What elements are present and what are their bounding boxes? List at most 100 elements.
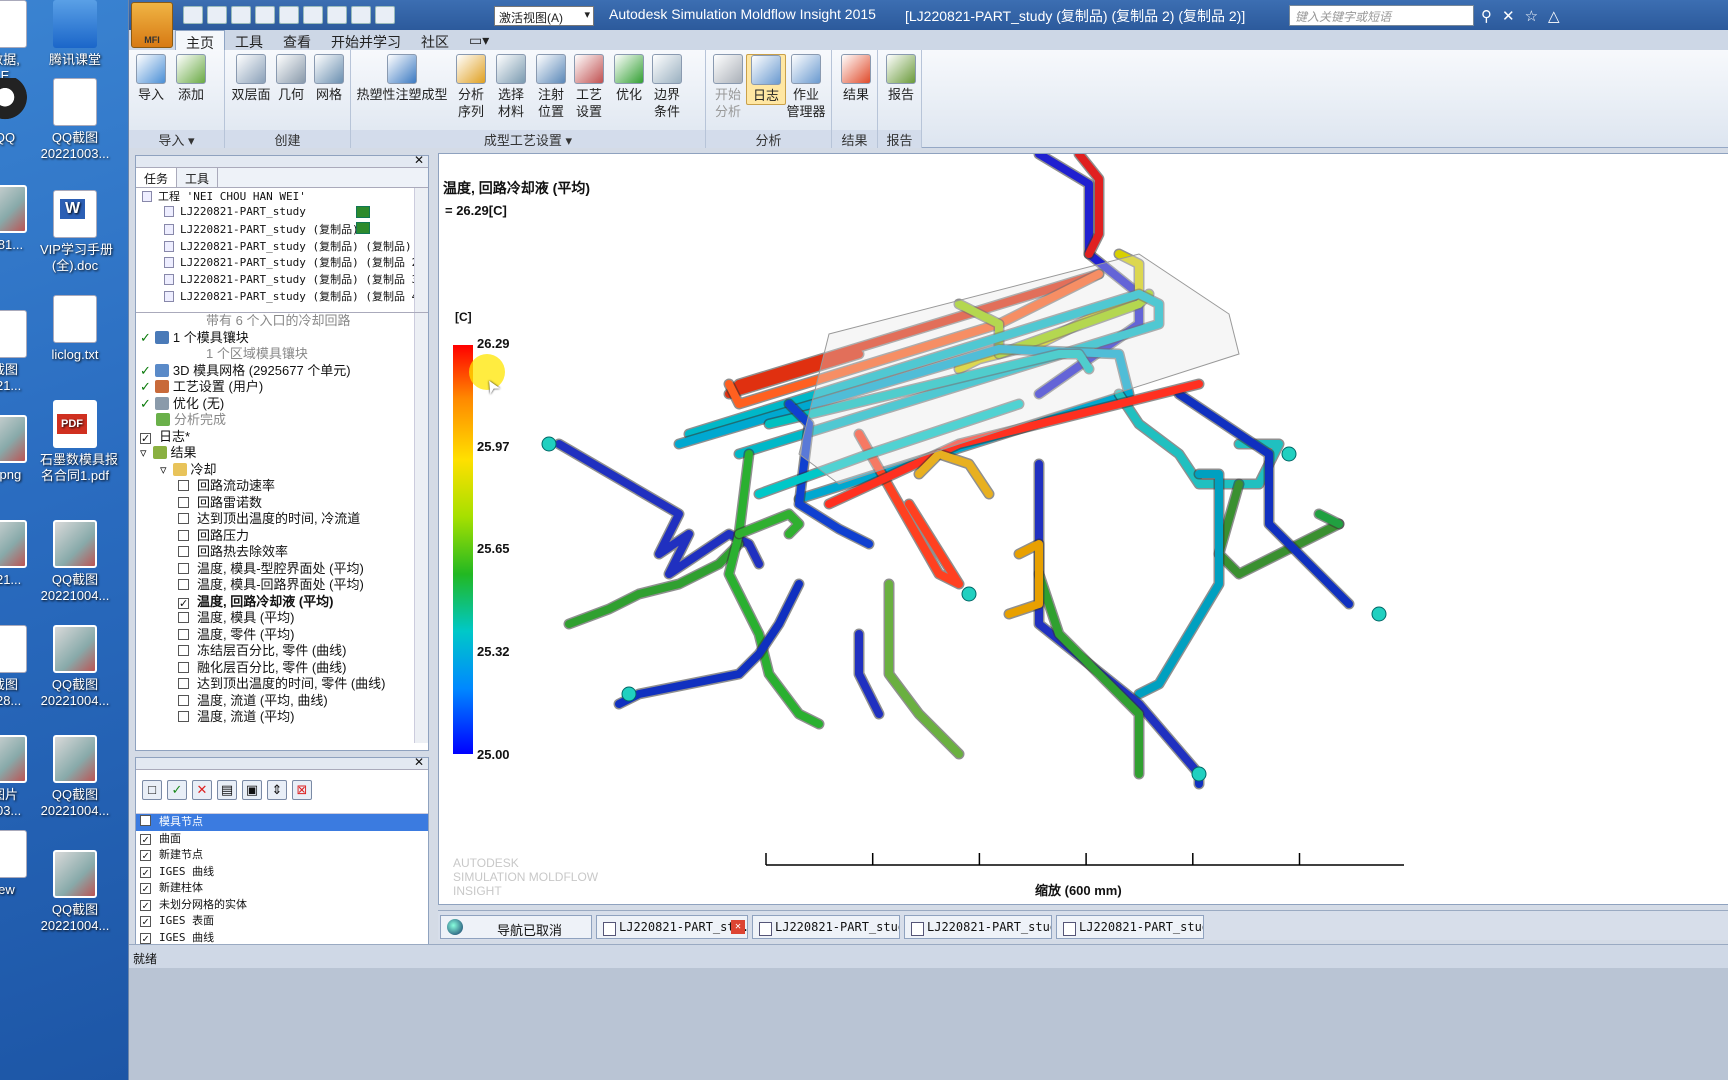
redo-icon[interactable] (303, 6, 323, 24)
tree-item[interactable]: ▿ 结果 (136, 445, 428, 462)
project-study-item[interactable]: LJ220821-PART_study (复制品) (复制品 2 (136, 254, 428, 271)
result-checkbox[interactable] (178, 529, 189, 541)
help-icon[interactable]: △ (1548, 7, 1560, 25)
study-tab[interactable]: LJ220821-PART_st... ✕ (596, 915, 748, 939)
import-icon[interactable] (231, 6, 251, 24)
layer-item[interactable]: 未划分网格的实体 (136, 897, 428, 914)
desktop-icon[interactable]: 图片 003... (0, 735, 40, 819)
result-checkbox[interactable] (178, 546, 189, 557)
delete-layer-icon[interactable]: ✕ (192, 780, 212, 800)
desktop-icon[interactable]: iew (0, 830, 40, 898)
ribbon-button[interactable]: 结果 (836, 54, 876, 103)
tree-item[interactable]: 温度, 回路冷却液 (平均) (136, 594, 428, 611)
ribbon-button[interactable]: 作业 管理器 (786, 54, 826, 120)
desktop-icon[interactable]: QQ截图 20221004... (40, 850, 110, 934)
result-checkbox[interactable] (178, 661, 189, 673)
tree-item[interactable]: 温度, 模具 (平均) (136, 610, 428, 627)
result-checkbox[interactable] (178, 597, 189, 609)
result-checkbox[interactable] (178, 579, 189, 590)
desktop-icon[interactable]: VIP学习手册 (全).doc (40, 190, 113, 274)
tree-item[interactable]: 温度, 模具-型腔界面处 (平均) (136, 561, 428, 578)
cooling-pipe[interactable] (1035, 460, 1203, 778)
clean-layer-icon[interactable]: ⊠ (292, 780, 312, 800)
result-checkbox[interactable] (178, 645, 189, 656)
refresh-icon[interactable] (327, 6, 347, 24)
ribbon-tab[interactable]: 工具 (225, 30, 273, 50)
ribbon-tab[interactable]: 开始并学习 (321, 30, 411, 50)
coolant-inlet-marker[interactable] (1281, 446, 1297, 462)
new-icon[interactable] (183, 6, 203, 24)
ribbon-button[interactable]: 几何 (271, 54, 311, 103)
navigation-tab[interactable]: 导航已取消 (440, 915, 592, 939)
active-view-select[interactable]: 激活视图(A) (494, 6, 594, 26)
project-scrollbar[interactable] (414, 188, 428, 312)
ribbon-tab[interactable]: 社区 (411, 30, 459, 50)
coolant-inlet-marker[interactable] (961, 586, 977, 602)
star-icon[interactable]: ☆ (1525, 7, 1538, 25)
activate-layer-icon[interactable]: ✓ (167, 780, 187, 800)
app-logo-button[interactable]: MFI (131, 2, 173, 48)
ribbon-tab[interactable]: 查看 (273, 30, 321, 50)
cooling-pipe[interactable] (1315, 510, 1343, 528)
ribbon-button[interactable]: 双层面 (231, 54, 271, 103)
expand-layer-icon[interactable]: ⇕ (267, 780, 287, 800)
binoculars-icon[interactable]: ⚲ (1481, 7, 1492, 25)
tree-item[interactable]: 回路热去除效率 (136, 544, 428, 561)
desktop-icon[interactable]: 腾讯课堂 (40, 0, 110, 68)
desktop-icon[interactable]: QQ截图 20221004... (40, 520, 110, 604)
desktop-icon[interactable]: QQ截图 20221004... (40, 625, 110, 709)
desktop-icon[interactable]: ...81... (0, 185, 40, 253)
ribbon-button[interactable]: 优化 (609, 54, 649, 103)
collapse-icon[interactable]: ▿ (140, 445, 147, 460)
layer-item[interactable]: IGES 曲线 (136, 864, 428, 881)
tree-item[interactable]: 回路流动速率 (136, 478, 428, 495)
desktop-icon[interactable]: 821... (0, 520, 40, 588)
help-search-input[interactable]: 键入关键字或短语 (1289, 5, 1474, 26)
layer-visibility-checkbox[interactable] (140, 866, 151, 878)
ribbon-button[interactable]: 报告 (881, 54, 921, 103)
tree-item[interactable]: 回路压力 (136, 528, 428, 545)
ribbon-button[interactable]: 开始 分析 (708, 54, 748, 120)
ribbon-button[interactable]: 选择 材料 (491, 54, 531, 120)
ribbon-button[interactable]: 工艺 设置 (569, 54, 609, 120)
result-checkbox[interactable] (178, 711, 189, 722)
desktop-icon[interactable]: QQ截图 20221004... (40, 735, 110, 819)
ribbon-button[interactable]: 网格 (309, 54, 349, 103)
layer-visibility-checkbox[interactable] (140, 833, 151, 845)
collapse-icon[interactable]: ▿ (160, 462, 167, 477)
ribbon-button[interactable]: 注射 位置 (531, 54, 571, 120)
layer-properties-icon[interactable]: ▤ (217, 780, 237, 800)
cooling-pipe[interactable] (855, 630, 883, 718)
result-checkbox[interactable] (178, 496, 189, 508)
pane-tab[interactable]: 任务 (136, 168, 178, 187)
cooling-pipe[interactable] (885, 580, 963, 758)
result-checkbox[interactable] (178, 562, 189, 574)
open-icon[interactable] (207, 6, 227, 24)
result-checkbox[interactable] (140, 432, 151, 444)
tree-item[interactable]: ✓ 优化 (无) (136, 396, 428, 413)
ribbon-button[interactable]: 添加 (171, 54, 211, 103)
model-viewport[interactable]: 温度, 回路冷却液 (平均) = 26.29[C] [C] 26.29 25.97… (438, 153, 1728, 905)
desktop-icon[interactable]: 数据, E (0, 0, 40, 84)
layer-item[interactable]: 新建柱体 (136, 880, 428, 897)
save-icon[interactable] (255, 6, 275, 24)
layer-visibility-checkbox[interactable] (140, 899, 151, 911)
desktop-icon[interactable]: 7.png (0, 415, 40, 483)
x-icon[interactable]: ✕ (1502, 7, 1515, 25)
cooling-circuit-model[interactable] (439, 154, 1728, 905)
tree-item[interactable]: ▿ 冷却 (136, 462, 428, 479)
desktop-icon[interactable]: 截图 921... (0, 310, 40, 394)
ribbon-button[interactable]: 边界 条件 (647, 54, 687, 120)
result-checkbox[interactable] (178, 694, 189, 706)
undo-icon[interactable] (279, 6, 299, 24)
desktop-icon[interactable]: 截图 928... (0, 625, 40, 709)
result-checkbox[interactable] (178, 480, 189, 491)
study-tab[interactable]: LJ220821-PART_stud... (1056, 915, 1204, 939)
project-study-item[interactable]: LJ220821-PART_study (复制品) (复制品 4 (136, 288, 428, 305)
coolant-inlet-marker[interactable] (541, 436, 557, 452)
desktop-icon[interactable]: liclog.txt (40, 295, 110, 363)
layer-visibility-checkbox[interactable] (140, 916, 151, 927)
desktop-icon[interactable]: QQ截图 20221003... (40, 78, 110, 162)
layer-visibility-checkbox[interactable] (140, 932, 151, 944)
project-study-item[interactable]: LJ220821-PART_study (136, 205, 428, 222)
